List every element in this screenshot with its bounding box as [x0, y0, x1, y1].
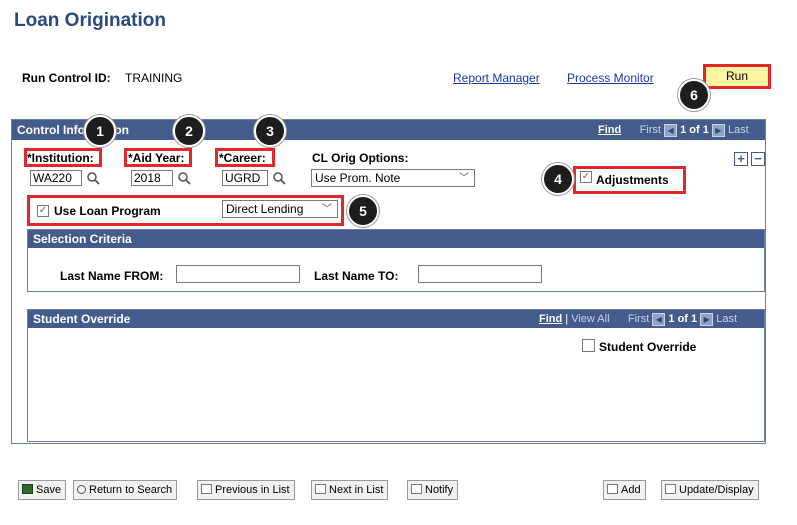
- update-display-button[interactable]: Update/Display: [661, 480, 759, 500]
- chevron-down-icon: ﹀: [459, 173, 469, 184]
- use-loan-program-checkbox[interactable]: ✓: [37, 205, 49, 217]
- save-icon: [22, 484, 33, 494]
- callout-2: 2: [173, 115, 205, 147]
- student-override-first-link[interactable]: First: [628, 313, 649, 325]
- page-title: Loan Origination: [14, 10, 166, 31]
- next-arrow-icon[interactable]: ▶: [711, 123, 725, 137]
- next-arrow-icon[interactable]: ▶: [700, 312, 714, 326]
- remove-row-button[interactable]: −: [751, 152, 765, 166]
- last-name-to-input[interactable]: [418, 265, 542, 283]
- previous-list-icon: [201, 484, 212, 494]
- student-override-nav: Find | View All First ◀ 1 of 1 ▶ Last: [539, 310, 737, 328]
- aid-year-label: *Aid Year:: [128, 151, 185, 165]
- chevron-down-icon: ﹀: [322, 204, 332, 215]
- add-label: Add: [621, 484, 641, 496]
- update-display-icon: [665, 484, 676, 494]
- last-name-to-label: Last Name TO:: [314, 269, 399, 283]
- aid-year-input[interactable]: 2018: [131, 170, 173, 186]
- callout-1: 1: [84, 115, 116, 147]
- callout-3: 3: [254, 115, 286, 147]
- save-label: Save: [36, 484, 62, 496]
- cl-orig-options-label: CL Orig Options:: [312, 151, 409, 165]
- institution-lookup-icon[interactable]: [86, 171, 100, 185]
- last-name-from-label: Last Name FROM:: [60, 269, 164, 283]
- career-lookup-icon[interactable]: [272, 171, 286, 185]
- notify-icon: [411, 484, 422, 494]
- callout-4: 4: [542, 163, 574, 195]
- add-button[interactable]: Add: [603, 480, 646, 500]
- loan-program-select[interactable]: Direct Lending ﹀: [222, 200, 338, 218]
- notify-button[interactable]: Notify: [407, 480, 459, 500]
- adjustments-checkbox[interactable]: ✓: [580, 171, 592, 183]
- cl-orig-options-value: Use Prom. Note: [315, 171, 401, 185]
- previous-in-list-label: Previous in List: [215, 484, 290, 496]
- student-override-row-count: 1 of 1: [668, 313, 698, 325]
- previous-arrow-icon[interactable]: ◀: [652, 312, 666, 326]
- run-button[interactable]: Run: [703, 64, 771, 89]
- nav-separator: |: [565, 313, 569, 325]
- return-to-search-label: Return to Search: [89, 484, 173, 496]
- last-name-from-input[interactable]: [176, 265, 300, 283]
- add-icon: [607, 484, 618, 494]
- run-control-label: Run Control ID:: [22, 71, 111, 85]
- use-loan-program-label: Use Loan Program: [54, 204, 161, 218]
- next-in-list-button[interactable]: Next in List: [311, 480, 389, 500]
- save-button[interactable]: Save: [18, 480, 67, 500]
- control-find-link[interactable]: Find: [598, 124, 621, 136]
- control-nav: Find First ◀ 1 of 1 ▶ Last: [598, 120, 749, 140]
- previous-in-list-button[interactable]: Previous in List: [197, 480, 295, 500]
- notify-label: Notify: [425, 484, 454, 496]
- update-display-label: Update/Display: [679, 484, 754, 496]
- control-row-count: 1 of 1: [680, 124, 709, 136]
- student-override-panel: Student Override Find | View All First ◀…: [27, 309, 765, 442]
- loan-program-value: Direct Lending: [226, 202, 304, 216]
- next-list-icon: [315, 484, 326, 494]
- previous-arrow-icon[interactable]: ◀: [664, 123, 678, 137]
- student-override-find-link[interactable]: Find: [539, 313, 562, 325]
- view-all-link[interactable]: View All: [571, 313, 609, 325]
- student-override-last-link[interactable]: Last: [716, 313, 737, 325]
- career-input[interactable]: UGRD: [222, 170, 268, 186]
- aid-year-lookup-icon[interactable]: [177, 171, 191, 185]
- callout-6: 6: [678, 79, 710, 111]
- student-override-checkbox[interactable]: [582, 339, 595, 352]
- search-icon: [77, 485, 86, 494]
- institution-input[interactable]: WA220: [30, 170, 82, 186]
- cl-orig-options-select[interactable]: Use Prom. Note ﹀: [311, 169, 475, 187]
- add-row-button[interactable]: +: [734, 152, 748, 166]
- next-in-list-label: Next in List: [329, 484, 384, 496]
- selection-criteria-header: Selection Criteria: [28, 230, 764, 248]
- student-override-label: Student Override: [599, 340, 697, 354]
- selection-criteria-title: Selection Criteria: [33, 232, 132, 246]
- report-manager-link[interactable]: Report Manager: [453, 71, 540, 85]
- career-label: *Career:: [219, 151, 266, 165]
- callout-5: 5: [347, 195, 379, 227]
- control-last-link[interactable]: Last: [728, 124, 749, 136]
- process-monitor-link[interactable]: Process Monitor: [567, 71, 654, 85]
- adjustments-label: Adjustments: [596, 173, 669, 187]
- institution-label: *Institution:: [27, 151, 94, 165]
- control-first-link[interactable]: First: [640, 124, 661, 136]
- return-to-search-button[interactable]: Return to Search: [73, 480, 178, 500]
- student-override-title: Student Override: [33, 312, 131, 326]
- run-control-value: TRAINING: [125, 71, 183, 85]
